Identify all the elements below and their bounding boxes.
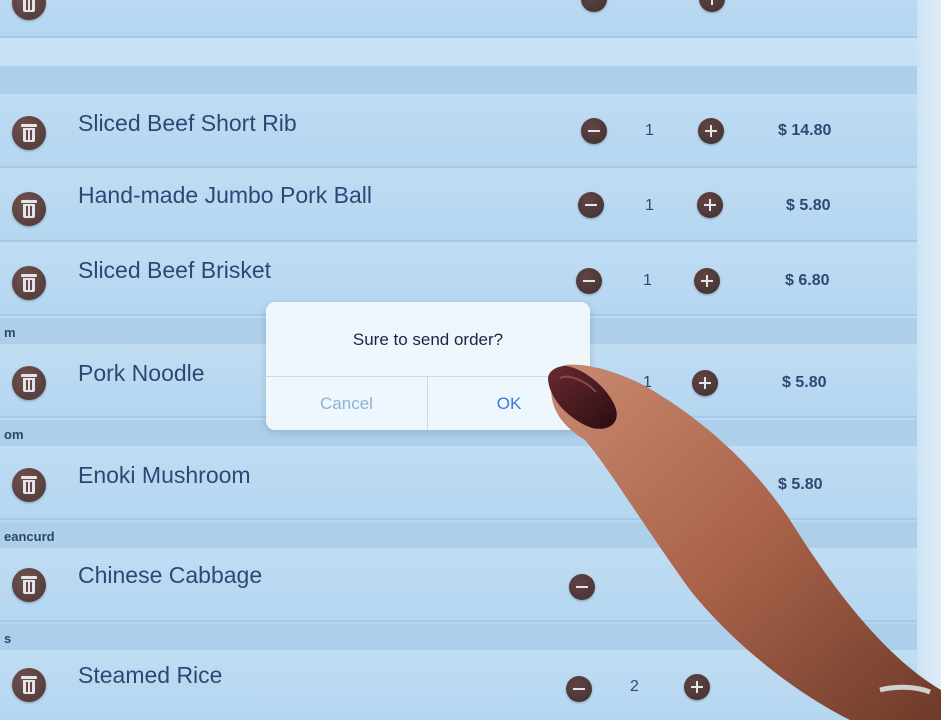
cancel-button[interactable]: Cancel	[266, 377, 427, 430]
confirm-dialog: Sure to send order? Cancel OK	[266, 302, 590, 430]
order-screen: Sliced Beef Short Rib 1 $ 14.80 Hand-mad…	[0, 0, 941, 720]
dialog-message: Sure to send order?	[352, 330, 504, 349]
ok-button[interactable]: OK	[428, 377, 590, 430]
